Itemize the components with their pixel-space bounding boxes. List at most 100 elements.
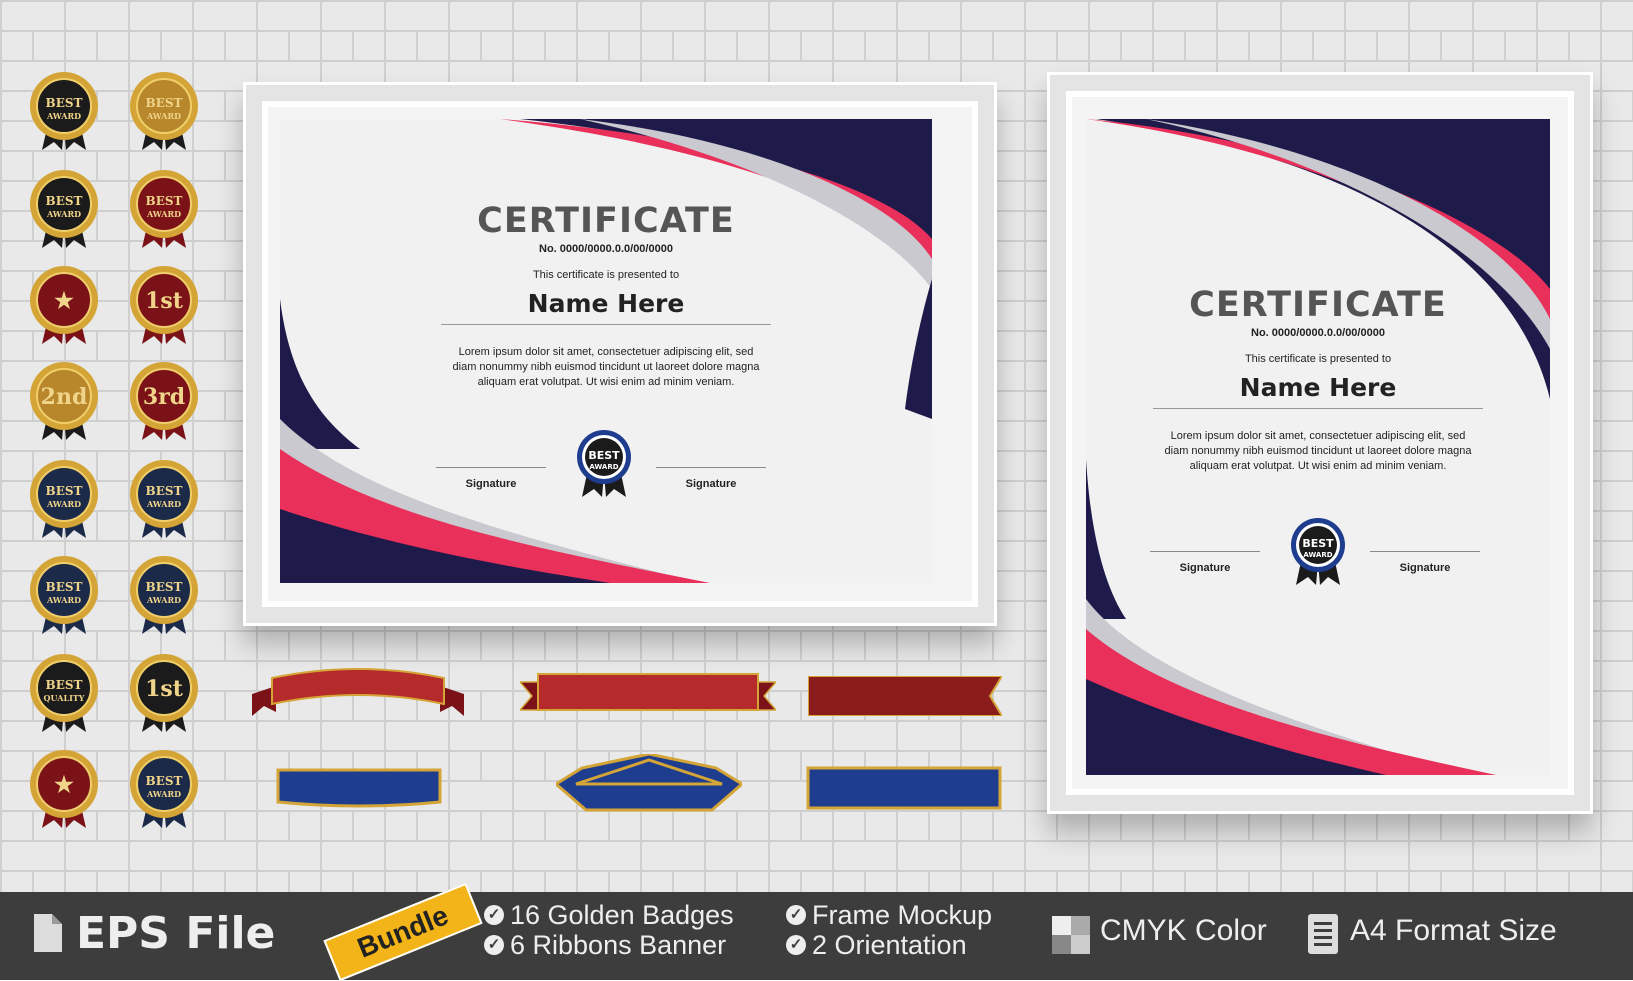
feature-badges: ✓ 16 Golden Badges: [484, 900, 734, 931]
feature-label: 16 Golden Badges: [510, 900, 734, 930]
footer-bar: EPS File Bundle ✓ 16 Golden Badges ✓ 6 Rib…: [0, 882, 1633, 981]
badge-6: 1st: [130, 266, 198, 344]
certificate-title: CERTIFICATE: [477, 201, 735, 241]
presented-text: This certificate is presented to: [532, 269, 680, 281]
ribbon-banner-straight-red: [520, 673, 776, 711]
badge-10: BESTAWARD: [130, 460, 198, 538]
badge-text-top: ★: [54, 288, 74, 314]
name-underline: [1153, 408, 1483, 409]
signature-left: Signature: [1150, 551, 1260, 574]
badge-text-top: BEST: [146, 484, 183, 498]
badge-13: BESTQUALITY: [30, 654, 98, 732]
color-swatch-icon: [1052, 916, 1090, 954]
ribbon-banner-straight-blue: [806, 766, 1002, 810]
badge-text-top: BEST: [146, 580, 183, 594]
badge-text-top: BEST: [46, 484, 83, 498]
presented-text: This certificate is presented to: [1244, 353, 1392, 365]
body-line: diam nonummy nibh euismod tincidunt ut l…: [452, 361, 760, 373]
badge-text-top: BEST: [146, 774, 183, 788]
badge-2: BESTAWARD: [130, 72, 198, 150]
certificate-title: CERTIFICATE: [1189, 285, 1447, 325]
portrait-certificate: CERTIFICATE No. 0000/0000.0.0/00/0000 Th…: [1086, 119, 1550, 775]
badge-text-bottom: QUALITY: [44, 693, 85, 703]
seal-text-bottom: AWARD: [589, 463, 618, 471]
name-underline: [441, 324, 771, 325]
check-icon: ✓: [786, 934, 806, 955]
badge-text-top: 1st: [145, 288, 184, 314]
file-type-label: EPS File: [76, 908, 276, 959]
badge-text-bottom: AWARD: [46, 111, 81, 121]
award-seal: BEST AWARD: [577, 430, 631, 497]
badge-text-top: BEST: [146, 194, 183, 208]
badge-text-bottom: AWARD: [146, 789, 181, 799]
seal-text-top: BEST: [1302, 537, 1334, 550]
ribbon-banner-curved-blue: [276, 768, 442, 808]
recipient-name: Name Here: [527, 289, 685, 318]
badge-8: 3rd: [130, 362, 198, 440]
badge-text-bottom: AWARD: [146, 209, 181, 219]
badge-text-bottom: AWARD: [146, 111, 181, 121]
check-icon: ✓: [484, 904, 504, 925]
signature-label: Signature: [465, 478, 517, 490]
badge-11: BESTAWARD: [30, 556, 98, 634]
body-line: aliquam erat volutpat. Ut wisi enim ad m…: [1189, 460, 1447, 472]
badge-text-bottom: AWARD: [46, 209, 81, 219]
feature-ribbons: ✓ 6 Ribbons Banner: [484, 930, 726, 961]
ribbon-banner-pointed-blue: [556, 754, 742, 812]
badge-text-top: BEST: [46, 194, 83, 208]
landscape-frame: CERTIFICATE No. 0000/0000.0.0/00/0000 Th…: [243, 82, 997, 626]
portrait-frame: CERTIFICATE No. 0000/0000.0.0/00/0000 Th…: [1047, 72, 1593, 814]
signature-right: Signature: [656, 467, 766, 490]
signature-label: Signature: [685, 478, 737, 490]
badge-4: BESTAWARD: [130, 170, 198, 248]
body-text: Lorem ipsum dolor sit amet, consectetuer…: [436, 345, 776, 390]
badge-text-top: 1st: [145, 676, 184, 702]
ribbon-banner-flag-red: [808, 676, 1002, 716]
bundle-tag: Bundle: [323, 882, 483, 981]
body-text: Lorem ipsum dolor sit amet, consectetuer…: [1148, 429, 1488, 474]
landscape-certificate: CERTIFICATE No. 0000/0000.0.0/00/0000 Th…: [280, 119, 932, 583]
badge-text-top: ★: [54, 772, 74, 798]
check-icon: ✓: [786, 904, 806, 925]
signature-right: Signature: [1370, 551, 1480, 574]
badge-text-top: BEST: [46, 96, 83, 110]
badge-5: ★: [30, 266, 98, 344]
badge-text-top: 2nd: [41, 384, 88, 410]
certificate-number: No. 0000/0000.0.0/00/0000: [539, 243, 673, 255]
signature-left: Signature: [436, 467, 546, 490]
badge-1: BESTAWARD: [30, 72, 98, 150]
feature-label: 2 Orientation: [812, 930, 967, 960]
seal-text-top: BEST: [588, 449, 620, 462]
check-icon: ✓: [484, 934, 504, 955]
certificate-number: No. 0000/0000.0.0/00/0000: [1251, 327, 1385, 339]
badge-9: BESTAWARD: [30, 460, 98, 538]
award-seal: BEST AWARD: [1291, 518, 1345, 585]
body-line: diam nonummy nibh euismod tincidunt ut l…: [1164, 445, 1472, 457]
feature-label: Frame Mockup: [812, 900, 993, 930]
badge-3: BESTAWARD: [30, 170, 98, 248]
badge-16: BESTAWARD: [130, 750, 198, 828]
badge-14: 1st: [130, 654, 198, 732]
badge-15: ★: [30, 750, 98, 828]
ribbon-banner-curved-red: [252, 668, 464, 716]
feature-label: 6 Ribbons Banner: [510, 930, 727, 960]
signature-label: Signature: [1399, 562, 1451, 574]
recipient-name: Name Here: [1239, 373, 1397, 402]
format-label: A4 Format Size: [1350, 914, 1557, 947]
badge-text-bottom: AWARD: [46, 499, 81, 509]
badge-text-top: 3rd: [143, 384, 185, 410]
body-line: Lorem ipsum dolor sit amet, consectetuer…: [458, 346, 754, 358]
badge-text-top: BEST: [146, 96, 183, 110]
bundle-label: Bundle: [353, 899, 453, 964]
document-icon: [1308, 914, 1338, 954]
badge-text-bottom: AWARD: [46, 595, 81, 605]
file-icon: [34, 914, 62, 952]
body-line: aliquam erat volutpat. Ut wisi enim ad m…: [477, 376, 735, 388]
seal-text-bottom: AWARD: [1303, 551, 1332, 559]
badge-text-bottom: AWARD: [146, 499, 181, 509]
signature-label: Signature: [1179, 562, 1231, 574]
cmyk-label: CMYK Color: [1100, 914, 1267, 947]
feature-frame: ✓ Frame Mockup: [786, 900, 992, 931]
feature-orientation: ✓ 2 Orientation: [786, 930, 967, 961]
badge-text-bottom: AWARD: [146, 595, 181, 605]
